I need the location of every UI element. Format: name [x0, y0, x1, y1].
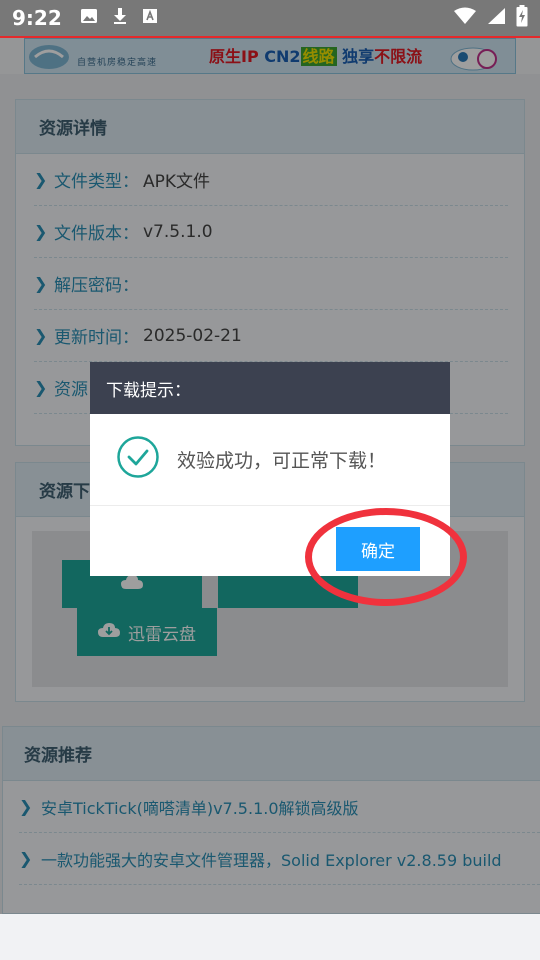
status-bar: 9:22: [0, 0, 540, 36]
battery-icon: [516, 5, 528, 31]
signal-icon: [486, 7, 506, 29]
dialog-message-area: 效验成功，可正常下载！: [90, 414, 450, 506]
download-notification-icon: [112, 7, 128, 29]
bottom-bar: [0, 914, 540, 960]
translate-notification-icon: [142, 8, 158, 28]
status-time: 9:22: [12, 6, 62, 30]
dialog-message: 效验成功，可正常下载！: [177, 450, 387, 472]
image-notification-icon: [80, 7, 98, 29]
highlight-circle-annotation: [305, 508, 467, 606]
success-check-icon: [117, 436, 159, 483]
dialog-title: 下载提示：: [90, 362, 450, 414]
wifi-icon: [454, 7, 476, 29]
